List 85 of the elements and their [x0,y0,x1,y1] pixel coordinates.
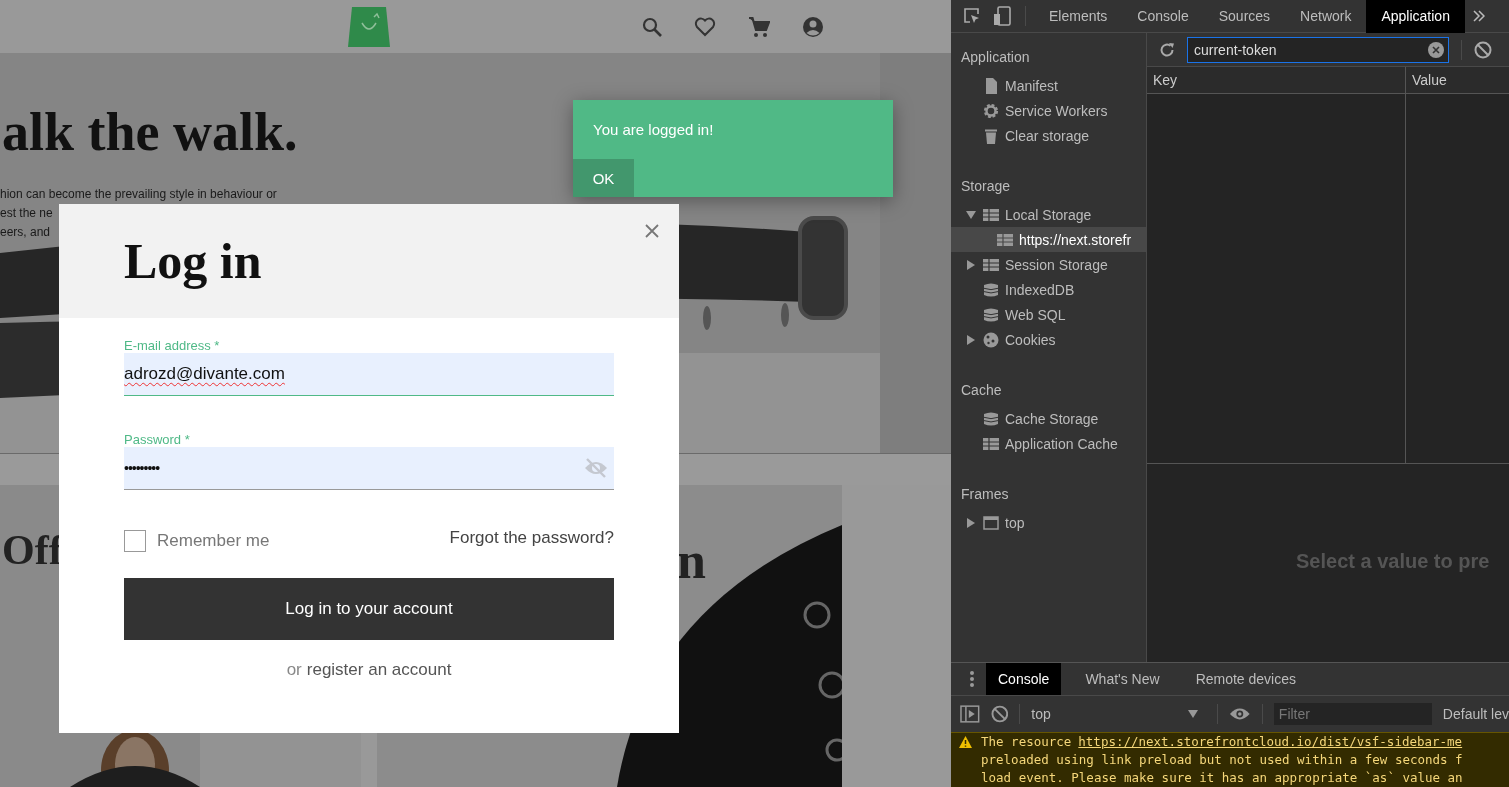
remember-label: Remember me [157,531,270,551]
devtools-tab[interactable]: Network [1285,0,1367,33]
resource-link[interactable]: https://next.storefrontcloud.io/dist/vsf-sidebar-me [1078,734,1463,749]
cart-icon[interactable] [748,16,770,38]
expand-arrow-icon[interactable] [967,259,975,270]
section-title: Storage [960,177,1012,196]
sidebar-item[interactable]: Web SQL [951,302,1146,327]
database-icon [983,306,999,323]
frame-icon [983,514,999,531]
table-icon [997,231,1013,248]
trash-icon [983,127,999,144]
context-select[interactable]: top [1031,706,1207,722]
warning-text: preloaded using link preload but not used within a few seconds f [981,751,1463,769]
warning-text: load event. Please make sure it has an appropriate `as` value an [981,769,1463,787]
file-icon [983,77,999,94]
table-icon [983,435,999,452]
table-icon [983,206,999,223]
account-icon[interactable] [802,16,824,38]
sidebar-item[interactable]: Cache Storage [951,406,1146,431]
section-title: Application [960,48,1031,67]
storage-search-field[interactable]: current-token [1187,36,1449,63]
expand-arrow-icon[interactable] [966,210,976,219]
field-label: E-mail address * [124,338,221,353]
sidebar-item[interactable]: Local Storage [951,202,1146,227]
clear-console-icon[interactable] [990,705,1009,723]
sidebar-item[interactable]: Manifest [951,73,1146,98]
sidebar-item[interactable]: Session Storage [951,252,1146,277]
card-title: Off [2,529,63,571]
hero-title: alk the walk. [2,105,298,159]
drawer-tab[interactable]: Console [986,663,1062,695]
chevron-icon[interactable] [1472,10,1485,22]
dropdown-arrow-icon [1188,710,1199,718]
search-icon[interactable] [642,17,662,37]
devtools-tab[interactable]: Sources [1203,0,1286,33]
email-field[interactable]: adrozd@divante.com [124,353,614,396]
column-header[interactable]: Value [1406,67,1447,93]
drawer-tab[interactable]: Remote devices [1183,663,1308,695]
cookie-icon [983,331,999,348]
clear-icon[interactable] [1428,41,1444,58]
more-options-icon[interactable] [969,670,975,688]
remember-checkbox[interactable] [124,530,146,552]
register-prefix: or [286,660,302,679]
ok-button[interactable]: OK [573,159,634,197]
database-icon [983,281,999,298]
hero-text-line: hion can become the prevailing style in behaviour or [0,186,277,203]
block-icon[interactable] [1474,40,1492,59]
gear-icon [983,102,999,119]
devtools-tab[interactable]: Application [1366,0,1465,33]
sidebar-item[interactable]: Clear storage [951,123,1146,148]
column-header[interactable]: Key [1147,67,1406,93]
eye-icon[interactable] [1229,707,1251,721]
section-title: Frames [960,485,1010,504]
section-title: Cache [960,381,1003,400]
register-link[interactable]: register an account [306,660,452,679]
close-icon[interactable] [645,224,659,238]
warning-icon [959,736,972,748]
warning-text: The resource [981,734,1072,749]
refresh-icon[interactable] [1159,41,1175,58]
sidebar-item[interactable]: Application Cache [951,431,1146,456]
sidebar-toggle-icon[interactable] [960,705,980,723]
heart-icon[interactable] [694,17,716,37]
login-button[interactable]: Log in to your account [124,578,614,640]
forgot-password-link[interactable]: Forgot the password? [449,528,614,548]
card-title: n [677,535,706,587]
drawer-tab[interactable]: What's New [1073,663,1172,695]
log-levels-dropdown[interactable]: Default lev [1442,706,1509,722]
sidebar-item[interactable]: IndexedDB [951,277,1146,302]
devtools-tab[interactable]: Elements [1034,0,1123,33]
sidebar-item[interactable]: https://next.storefr [951,227,1146,252]
sidebar-item[interactable]: Cookies [951,327,1146,352]
hero-text-line: est the ne [0,205,54,222]
field-label: Password * [124,432,191,447]
sidebar-item[interactable]: top [951,510,1146,535]
expand-arrow-icon[interactable] [967,517,975,528]
hero-text-line: eers, and [0,224,52,241]
inspect-icon[interactable] [963,7,981,25]
database-icon [983,410,999,427]
device-icon[interactable] [993,6,1011,26]
devtools-tab[interactable]: Console [1122,0,1204,33]
sidebar-item[interactable]: Service Workers [951,98,1146,123]
notification-message: You are logged in! [593,121,714,138]
table-icon [983,256,999,273]
password-field[interactable]: ••••••••• [124,447,614,490]
expand-arrow-icon[interactable] [967,334,975,345]
console-filter-field[interactable]: Filter [1273,703,1432,725]
